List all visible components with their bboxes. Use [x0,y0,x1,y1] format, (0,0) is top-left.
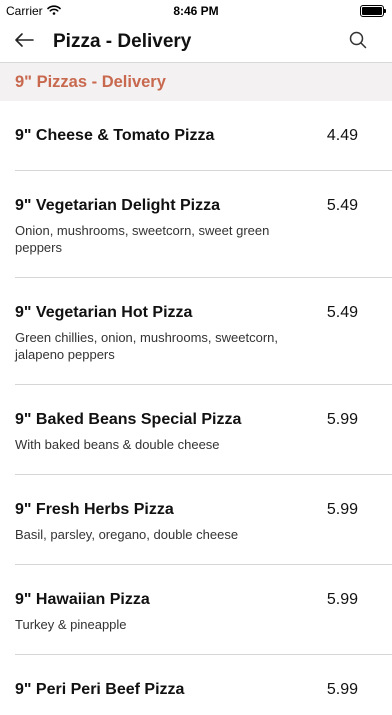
item-price: 4.49 [326,127,358,144]
item-name: 9" Hawaiian Pizza [15,591,150,608]
item-price: 5.99 [326,681,358,698]
item-description: Turkey & pineapple [15,617,127,632]
section-header: 9" Pizzas - Delivery [0,63,392,101]
item-description: Green chillies, onion, mushrooms, sweetc… [15,330,279,362]
menu-list: 9" Cheese & Tomato Pizza 4.49 9" Vegetar… [0,101,392,715]
menu-item[interactable]: 9" Vegetarian Delight Pizza 5.49 Onion, … [15,171,392,278]
nav-bar: Pizza - Delivery [0,22,392,63]
item-price: 5.99 [326,411,358,428]
menu-item[interactable]: 9" Fresh Herbs Pizza 5.99 Basil, parsley… [15,475,392,565]
menu-item[interactable]: 9" Vegetarian Hot Pizza 5.49 Green chill… [15,278,392,385]
item-price: 5.49 [326,304,358,321]
status-time: 8:46 PM [173,4,219,18]
status-bar: Carrier 8:46 PM [0,0,392,22]
page-title: Pizza - Delivery [53,31,192,52]
item-name: 9" Vegetarian Hot Pizza [15,304,193,321]
battery-icon [360,5,386,17]
item-description: Basil, parsley, oregano, double cheese [15,527,239,542]
search-icon [349,31,367,54]
item-price: 5.99 [326,591,358,608]
item-price: 5.49 [326,197,358,214]
item-name: 9" Vegetarian Delight Pizza [15,197,220,214]
menu-item[interactable]: 9" Baked Beans Special Pizza 5.99 With b… [15,385,392,475]
item-name: 9" Baked Beans Special Pizza [15,411,242,428]
item-description: With baked beans & double cheese [15,437,220,452]
menu-item[interactable]: 9" Peri Peri Beef Pizza 5.99 [15,655,392,715]
menu-item[interactable]: 9" Hawaiian Pizza 5.99 Turkey & pineappl… [15,565,392,655]
item-description: Onion, mushrooms, sweetcorn, sweet green… [15,223,270,255]
item-name: 9" Cheese & Tomato Pizza [15,127,215,144]
search-button[interactable] [346,30,370,54]
back-button[interactable] [12,30,36,54]
menu-item[interactable]: 9" Cheese & Tomato Pizza 4.49 [15,101,392,171]
item-name: 9" Fresh Herbs Pizza [15,501,174,518]
item-price: 5.99 [326,501,358,518]
item-name: 9" Peri Peri Beef Pizza [15,681,185,698]
arrow-left-icon [14,32,34,53]
section-title: 9" Pizzas - Delivery [15,73,166,91]
